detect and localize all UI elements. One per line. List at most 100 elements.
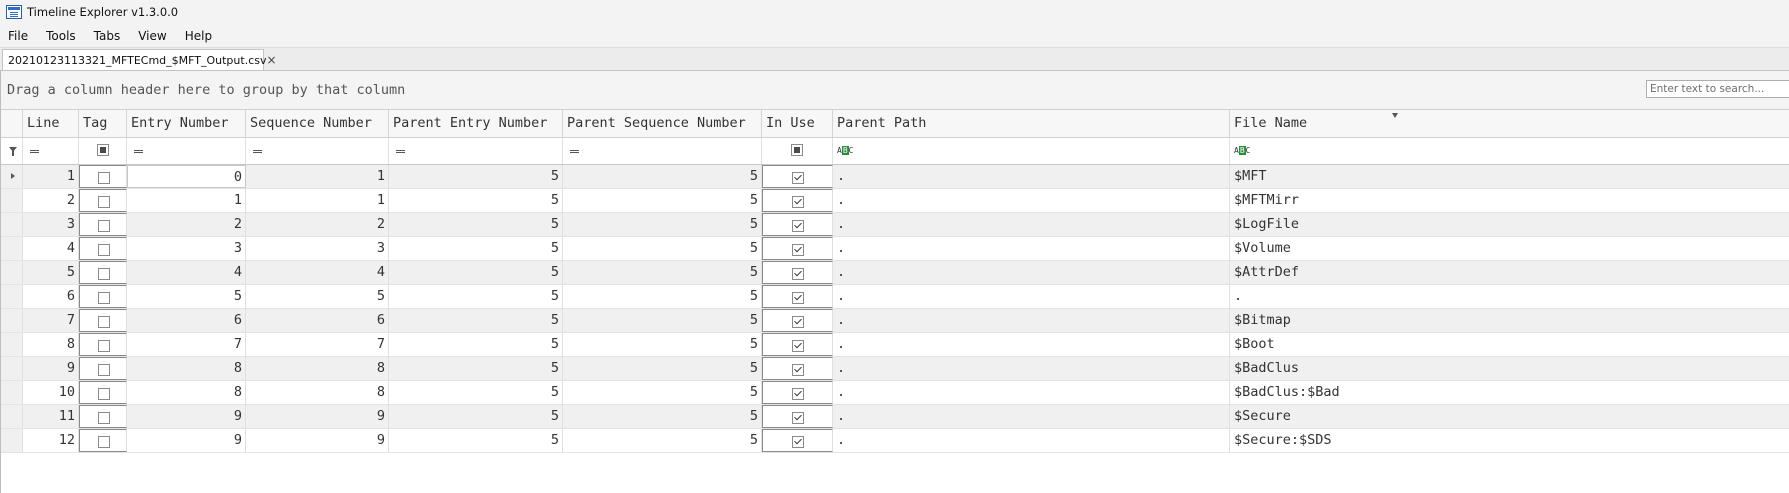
file-name-cell[interactable]: $MFT xyxy=(1230,165,1789,188)
parent-sequence-number-cell[interactable]: 5 xyxy=(563,429,762,452)
menu-tabs[interactable]: Tabs xyxy=(86,29,131,43)
in-use-checkbox[interactable] xyxy=(792,436,804,448)
tag-cell[interactable] xyxy=(79,381,127,404)
file-name-cell[interactable]: $Volume xyxy=(1230,237,1789,260)
file-name-cell[interactable]: . xyxy=(1230,285,1789,308)
in-use-cell[interactable] xyxy=(762,165,833,188)
tag-checkbox[interactable] xyxy=(98,364,110,376)
tag-checkbox[interactable] xyxy=(98,412,110,424)
table-row[interactable]: 2 1 1 5 5. $MFTMirr xyxy=(1,189,1789,213)
line-cell[interactable]: 6 xyxy=(23,285,79,308)
menu-tools[interactable]: Tools xyxy=(38,29,86,43)
parent-sequence-number-cell[interactable]: 5 xyxy=(563,213,762,236)
table-row[interactable]: 9 8 8 5 5. $BadClus xyxy=(1,357,1789,381)
in-use-checkbox[interactable] xyxy=(792,244,804,256)
in-use-cell[interactable] xyxy=(762,189,833,212)
in-use-cell[interactable] xyxy=(762,309,833,332)
table-row[interactable]: 10 8 8 5 5. $BadClus:$Bad xyxy=(1,381,1789,405)
in-use-cell[interactable] xyxy=(762,429,833,452)
file-name-cell[interactable]: $AttrDef xyxy=(1230,261,1789,284)
parent-sequence-number-cell[interactable]: 5 xyxy=(563,333,762,356)
tag-cell[interactable] xyxy=(79,189,127,212)
entry-number-cell[interactable]: 1 xyxy=(127,189,246,212)
entry-number-cell[interactable]: 4 xyxy=(127,261,246,284)
tag-cell[interactable] xyxy=(79,405,127,428)
tag-checkbox[interactable] xyxy=(98,388,110,400)
tag-cell[interactable] xyxy=(79,261,127,284)
header-parent-entry-number[interactable]: Parent Entry Number xyxy=(389,110,563,137)
parent-entry-number-cell[interactable]: 5 xyxy=(389,285,563,308)
tag-checkbox[interactable] xyxy=(98,268,110,280)
file-name-cell[interactable]: $BadClus xyxy=(1230,357,1789,380)
parent-entry-number-cell[interactable]: 5 xyxy=(389,429,563,452)
line-cell[interactable]: 4 xyxy=(23,237,79,260)
tag-checkbox[interactable] xyxy=(98,316,110,328)
in-use-checkbox[interactable] xyxy=(792,412,804,424)
parent-path-cell[interactable]: . xyxy=(833,405,1230,428)
parent-sequence-number-cell[interactable]: 5 xyxy=(563,357,762,380)
line-cell[interactable]: 1 xyxy=(23,165,79,188)
sequence-number-cell[interactable]: 9 xyxy=(246,405,389,428)
parent-sequence-number-cell[interactable]: 5 xyxy=(563,237,762,260)
filter-in-use[interactable] xyxy=(762,138,833,164)
entry-number-cell[interactable]: 5 xyxy=(127,285,246,308)
parent-sequence-number-cell[interactable]: 5 xyxy=(563,285,762,308)
group-by-panel[interactable]: Drag a column header here to group by th… xyxy=(1,71,1789,110)
sequence-number-cell[interactable]: 8 xyxy=(246,381,389,404)
parent-sequence-number-cell[interactable]: 5 xyxy=(563,261,762,284)
entry-number-cell[interactable]: 6 xyxy=(127,309,246,332)
column-filter-icon[interactable] xyxy=(1392,113,1398,118)
line-cell[interactable]: 11 xyxy=(23,405,79,428)
filter-parent-path[interactable]: ABC xyxy=(833,138,1230,164)
tag-cell[interactable] xyxy=(79,333,127,356)
filter-entry-number[interactable] xyxy=(127,138,246,164)
parent-entry-number-cell[interactable]: 5 xyxy=(389,261,563,284)
parent-path-cell[interactable]: . xyxy=(833,261,1230,284)
tag-cell[interactable] xyxy=(79,237,127,260)
in-use-checkbox[interactable] xyxy=(792,340,804,352)
row-indicator[interactable] xyxy=(1,357,23,380)
line-cell[interactable]: 8 xyxy=(23,333,79,356)
parent-entry-number-cell[interactable]: 5 xyxy=(389,237,563,260)
menu-help[interactable]: Help xyxy=(177,29,222,43)
row-indicator[interactable] xyxy=(1,261,23,284)
entry-number-cell[interactable]: 2 xyxy=(127,213,246,236)
line-cell[interactable]: 12 xyxy=(23,429,79,452)
sequence-number-cell[interactable]: 4 xyxy=(246,261,389,284)
in-use-checkbox[interactable] xyxy=(792,292,804,304)
tag-cell[interactable] xyxy=(79,285,127,308)
in-use-checkbox[interactable] xyxy=(792,364,804,376)
filter-parent-entry-number[interactable] xyxy=(389,138,563,164)
file-name-cell[interactable]: $Secure:$SDS xyxy=(1230,429,1789,452)
row-indicator[interactable] xyxy=(1,213,23,236)
parent-path-cell[interactable]: . xyxy=(833,237,1230,260)
parent-path-cell[interactable]: . xyxy=(833,357,1230,380)
tag-checkbox[interactable] xyxy=(98,172,110,184)
filter-in-use-checkbox[interactable] xyxy=(791,144,803,156)
header-in-use[interactable]: In Use xyxy=(762,110,833,137)
in-use-cell[interactable] xyxy=(762,381,833,404)
filter-line[interactable] xyxy=(23,138,79,164)
line-cell[interactable]: 7 xyxy=(23,309,79,332)
parent-path-cell[interactable]: . xyxy=(833,333,1230,356)
table-row[interactable]: 8 7 7 5 5. $Boot xyxy=(1,333,1789,357)
line-cell[interactable]: 5 xyxy=(23,261,79,284)
parent-entry-number-cell[interactable]: 5 xyxy=(389,357,563,380)
file-name-cell[interactable]: $BadClus:$Bad xyxy=(1230,381,1789,404)
parent-entry-number-cell[interactable]: 5 xyxy=(389,309,563,332)
menu-view[interactable]: View xyxy=(130,29,176,43)
sequence-number-cell[interactable]: 7 xyxy=(246,333,389,356)
in-use-checkbox[interactable] xyxy=(792,172,804,184)
sequence-number-cell[interactable]: 6 xyxy=(246,309,389,332)
row-indicator[interactable] xyxy=(1,165,23,188)
parent-entry-number-cell[interactable]: 5 xyxy=(389,189,563,212)
tag-checkbox[interactable] xyxy=(98,220,110,232)
header-line[interactable]: Line xyxy=(23,110,79,137)
line-cell[interactable]: 3 xyxy=(23,213,79,236)
in-use-checkbox[interactable] xyxy=(792,220,804,232)
parent-sequence-number-cell[interactable]: 5 xyxy=(563,165,762,188)
in-use-cell[interactable] xyxy=(762,285,833,308)
file-name-cell[interactable]: $MFTMirr xyxy=(1230,189,1789,212)
file-name-cell[interactable]: $Secure xyxy=(1230,405,1789,428)
table-row[interactable]: 4 3 3 5 5. $Volume xyxy=(1,237,1789,261)
